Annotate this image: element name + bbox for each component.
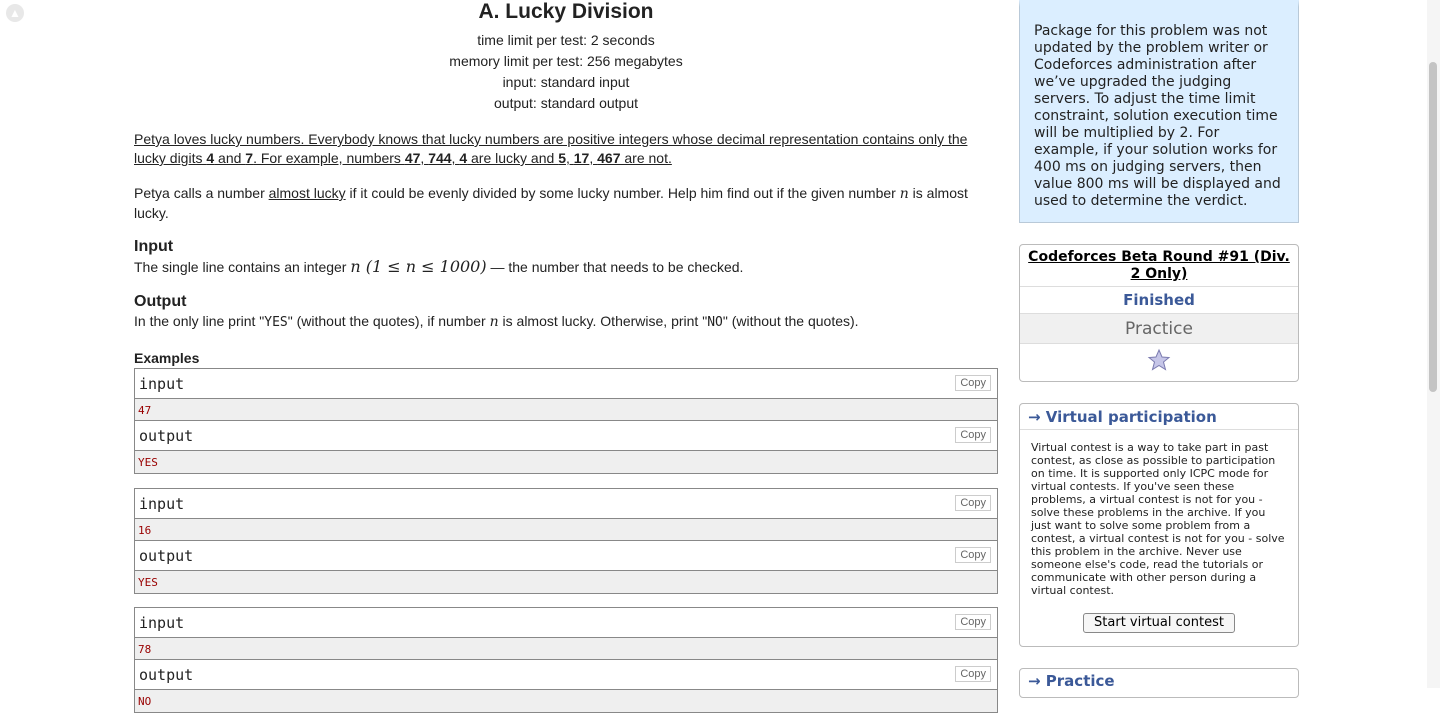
package-note: Package for this problem was not updated…	[1019, 0, 1299, 223]
time-limit: time limit per test: 2 seconds	[477, 32, 655, 48]
contest-name-link[interactable]: Codeforces Beta Round #91 (Div. 2 Only)	[1020, 245, 1298, 287]
contest-phase: Finished	[1020, 287, 1298, 314]
copy-input-button[interactable]: Copy	[955, 614, 991, 630]
output-heading: Output	[134, 293, 187, 310]
example-input-header: input Copy	[135, 489, 997, 519]
problem-statement: A. Lucky Division time limit per test: 2…	[134, 0, 998, 713]
input-file: input: standard input	[502, 74, 630, 90]
example-output-header: output Copy	[135, 541, 997, 571]
example-1: input Copy 47 output Copy YES	[134, 368, 998, 474]
memory-limit: memory limit per test: 256 megabytes	[449, 53, 683, 69]
virtual-participation-box: → Virtual participation Virtual contest …	[1019, 403, 1299, 647]
example-output-value: YES	[135, 451, 997, 473]
page-scrollbar[interactable]	[1427, 0, 1440, 688]
example-output-header: output Copy	[135, 421, 997, 451]
copy-output-button[interactable]: Copy	[955, 427, 991, 443]
legend-paragraph-1: Petya loves lucky numbers. Everybody kno…	[134, 131, 968, 166]
input-spec: The single line contains an integer n (1…	[134, 257, 744, 276]
start-virtual-contest-button[interactable]: Start virtual contest	[1083, 613, 1235, 633]
example-input-value: 78	[135, 638, 997, 660]
example-3: input Copy 78 output Copy NO	[134, 607, 998, 713]
examples-heading: Examples	[134, 350, 200, 366]
input-heading: Input	[134, 238, 174, 255]
contest-info-box: Codeforces Beta Round #91 (Div. 2 Only) …	[1019, 244, 1299, 382]
example-output-header: output Copy	[135, 660, 997, 690]
almost-lucky-link[interactable]: almost lucky	[269, 185, 346, 201]
output-spec: In the only line print "YES" (without th…	[134, 313, 859, 330]
contest-mode: Practice	[1020, 314, 1298, 344]
copy-input-button[interactable]: Copy	[955, 495, 991, 511]
virtual-participation-text: Virtual contest is a way to take part in…	[1031, 441, 1285, 597]
scroll-to-top-icon[interactable]: ▲	[6, 4, 24, 22]
example-input-header: input Copy	[135, 608, 997, 638]
virtual-participation-heading: → Virtual participation	[1020, 404, 1298, 430]
copy-input-button[interactable]: Copy	[955, 375, 991, 391]
example-output-value: NO	[135, 690, 997, 712]
legend-paragraph-2: Petya calls a number almost lucky if it …	[134, 185, 968, 221]
copy-output-button[interactable]: Copy	[955, 547, 991, 563]
example-input-value: 16	[135, 519, 997, 541]
example-output-value: YES	[135, 571, 997, 593]
output-file: output: standard output	[494, 95, 638, 111]
problem-title: A. Lucky Division	[478, 0, 654, 23]
scrollbar-thumb[interactable]	[1429, 62, 1437, 392]
practice-heading: → Practice	[1028, 672, 1115, 690]
example-2: input Copy 16 output Copy YES	[134, 488, 998, 594]
example-input-header: input Copy	[135, 369, 997, 399]
practice-box: → Practice	[1019, 668, 1299, 698]
problem-limits: time limit per test: 2 seconds memory li…	[134, 30, 998, 114]
example-input-value: 47	[135, 399, 997, 421]
copy-output-button[interactable]: Copy	[955, 666, 991, 682]
favorite-star-icon[interactable]	[1020, 344, 1298, 380]
